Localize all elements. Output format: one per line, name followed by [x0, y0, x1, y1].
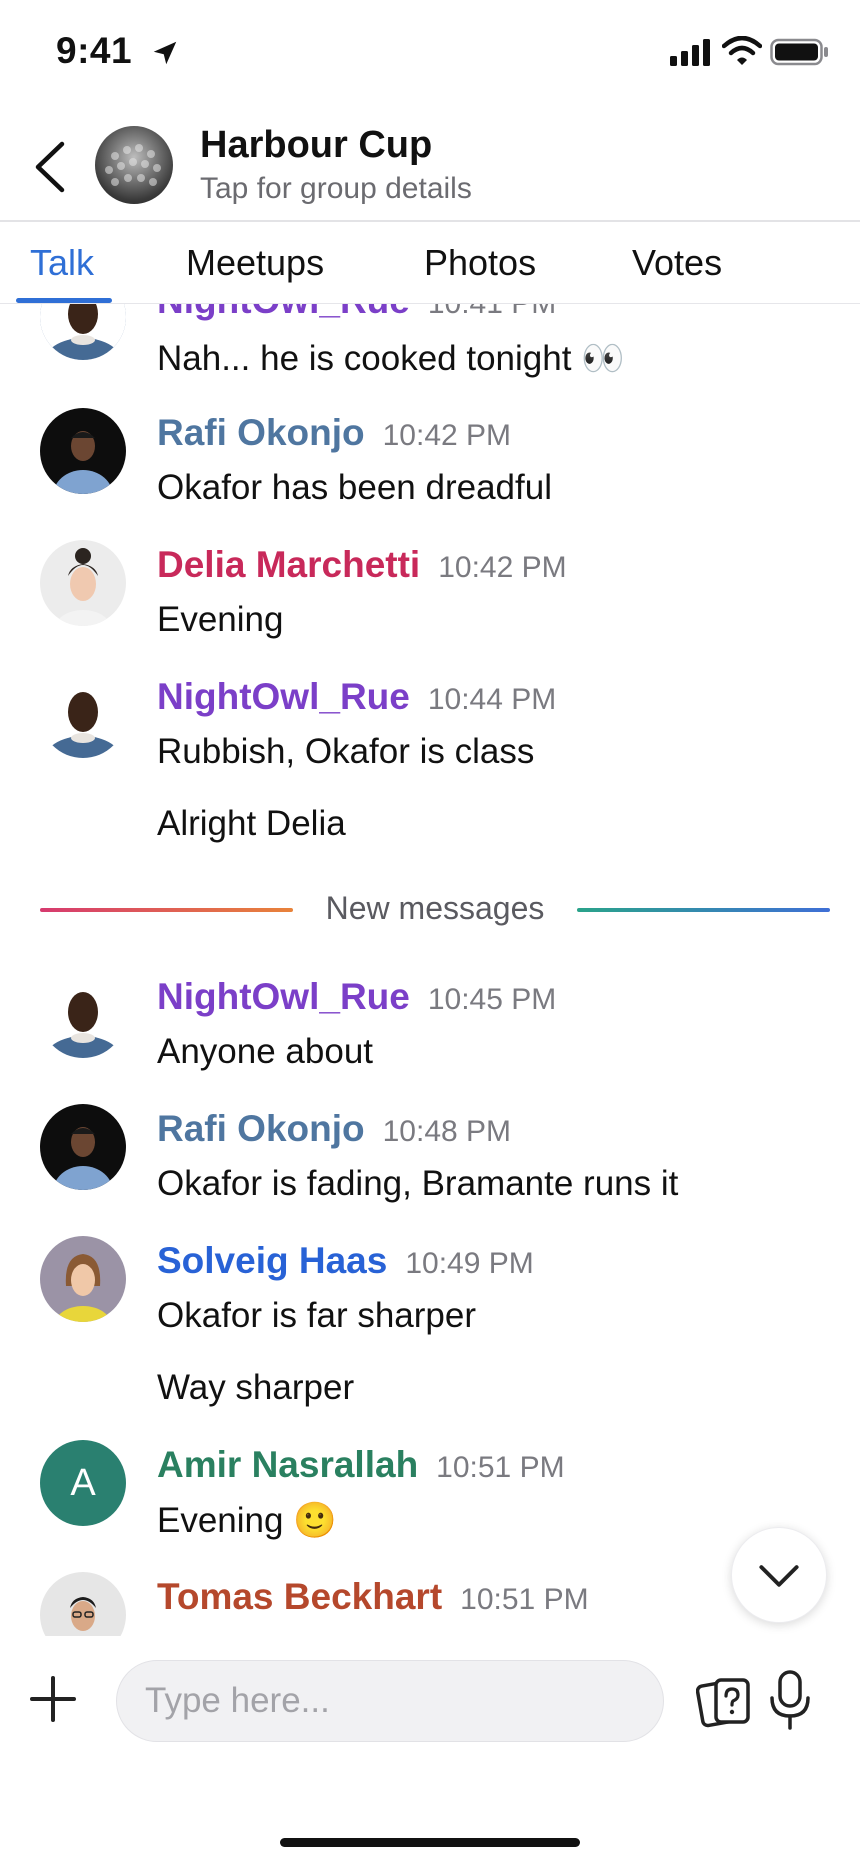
message-time: 10:48 PM — [382, 1115, 512, 1148]
message-time: 10:51 PM — [460, 1583, 589, 1616]
home-indicator — [280, 1838, 580, 1847]
avatar-solveig-haas[interactable] — [40, 1236, 126, 1322]
message-input[interactable] — [116, 1660, 664, 1742]
message-text: Way sharper — [157, 1368, 355, 1407]
message-author[interactable]: NightOwl_Rue 10:45 PM — [157, 976, 556, 1018]
message-author[interactable]: Tomas Beckhart 10:51 PM — [157, 1576, 589, 1618]
message-time: 10:51 PM — [436, 1451, 565, 1484]
message-time: 10:45 PM — [427, 983, 557, 1016]
avatar-nightowl-rue[interactable] — [40, 972, 126, 1058]
message-text: Rubbish, Okafor is class — [157, 732, 535, 771]
group-avatar[interactable] — [95, 126, 173, 204]
message-composer — [0, 1636, 860, 1864]
scroll-to-bottom-button[interactable] — [731, 1527, 827, 1623]
message-text: Okafor has been dreadful — [157, 468, 552, 507]
back-button[interactable] — [30, 140, 70, 194]
message-author[interactable]: NightOwl_Rue 10:44 PM — [157, 676, 556, 718]
message-list[interactable]: NightOwl_Rue10:41 PM Nah... he is cooked… — [0, 304, 860, 1636]
message-author[interactable]: Rafi Okonjo 10:48 PM — [157, 1108, 511, 1150]
message-author[interactable]: Delia Marchetti 10:42 PM — [157, 544, 567, 586]
message-time: 10:42 PM — [438, 551, 567, 584]
avatar-initial: A — [70, 1461, 96, 1504]
active-tab-indicator — [16, 298, 112, 303]
wifi-icon — [722, 36, 762, 65]
message-time: 10:49 PM — [405, 1247, 534, 1280]
tab-talk[interactable]: Talk — [30, 242, 94, 284]
message-text: Alright Delia — [157, 804, 346, 843]
avatar-nightowl-rue[interactable] — [40, 304, 126, 360]
message-text: Okafor is fading, Bramante runs it — [157, 1164, 679, 1203]
question-card-button[interactable] — [696, 1674, 754, 1728]
message-time: 10:42 PM — [382, 419, 512, 452]
group-subtitle[interactable]: Tap for group details — [200, 172, 472, 206]
chat-header: Harbour Cup Tap for group details — [0, 110, 860, 222]
message-time: 10:41 PM — [428, 304, 556, 320]
crowd-photo-icon — [105, 144, 161, 186]
status-time: 9:41 — [56, 30, 133, 71]
cellular-signal-icon — [670, 39, 710, 66]
message-text: Nah... he is cooked tonight 👀 — [157, 339, 625, 378]
message-author[interactable]: Rafi Okonjo 10:42 PM — [157, 412, 511, 454]
tab-votes[interactable]: Votes — [632, 242, 722, 284]
tab-photos[interactable]: Photos — [424, 242, 536, 284]
location-arrow-icon — [153, 41, 177, 65]
message-text: Anyone about — [157, 1032, 374, 1071]
new-messages-divider: New messages — [40, 890, 830, 930]
avatar-rafi-okonjo[interactable] — [40, 1104, 126, 1190]
microphone-button[interactable] — [766, 1668, 814, 1732]
status-bar: 9:41 — [0, 0, 860, 110]
tab-bar: Talk Meetups Photos Votes — [0, 222, 860, 304]
avatar-nightowl-rue[interactable] — [40, 672, 126, 758]
message-text: Okafor is far sharper — [157, 1296, 476, 1335]
message-text: Evening — [157, 600, 284, 639]
message-author[interactable]: Solveig Haas 10:49 PM — [157, 1240, 534, 1282]
message-author[interactable]: NightOwl_Rue10:41 PM — [157, 304, 556, 322]
divider-line-right — [577, 908, 830, 912]
message-time: 10:44 PM — [427, 683, 557, 716]
message-text: Evening 🙂 — [157, 1501, 337, 1540]
avatar-delia-marchetti[interactable] — [40, 540, 126, 626]
group-title[interactable]: Harbour Cup — [200, 124, 432, 167]
avatar-tomas-beckhart[interactable] — [40, 1572, 126, 1636]
tab-meetups[interactable]: Meetups — [186, 242, 324, 284]
avatar-amir-nasrallah[interactable]: A — [40, 1440, 126, 1526]
avatar-rafi-okonjo[interactable] — [40, 408, 126, 494]
battery-icon — [770, 38, 828, 66]
add-attachment-button[interactable] — [30, 1676, 76, 1722]
message-author[interactable]: Amir Nasrallah 10:51 PM — [157, 1444, 565, 1486]
